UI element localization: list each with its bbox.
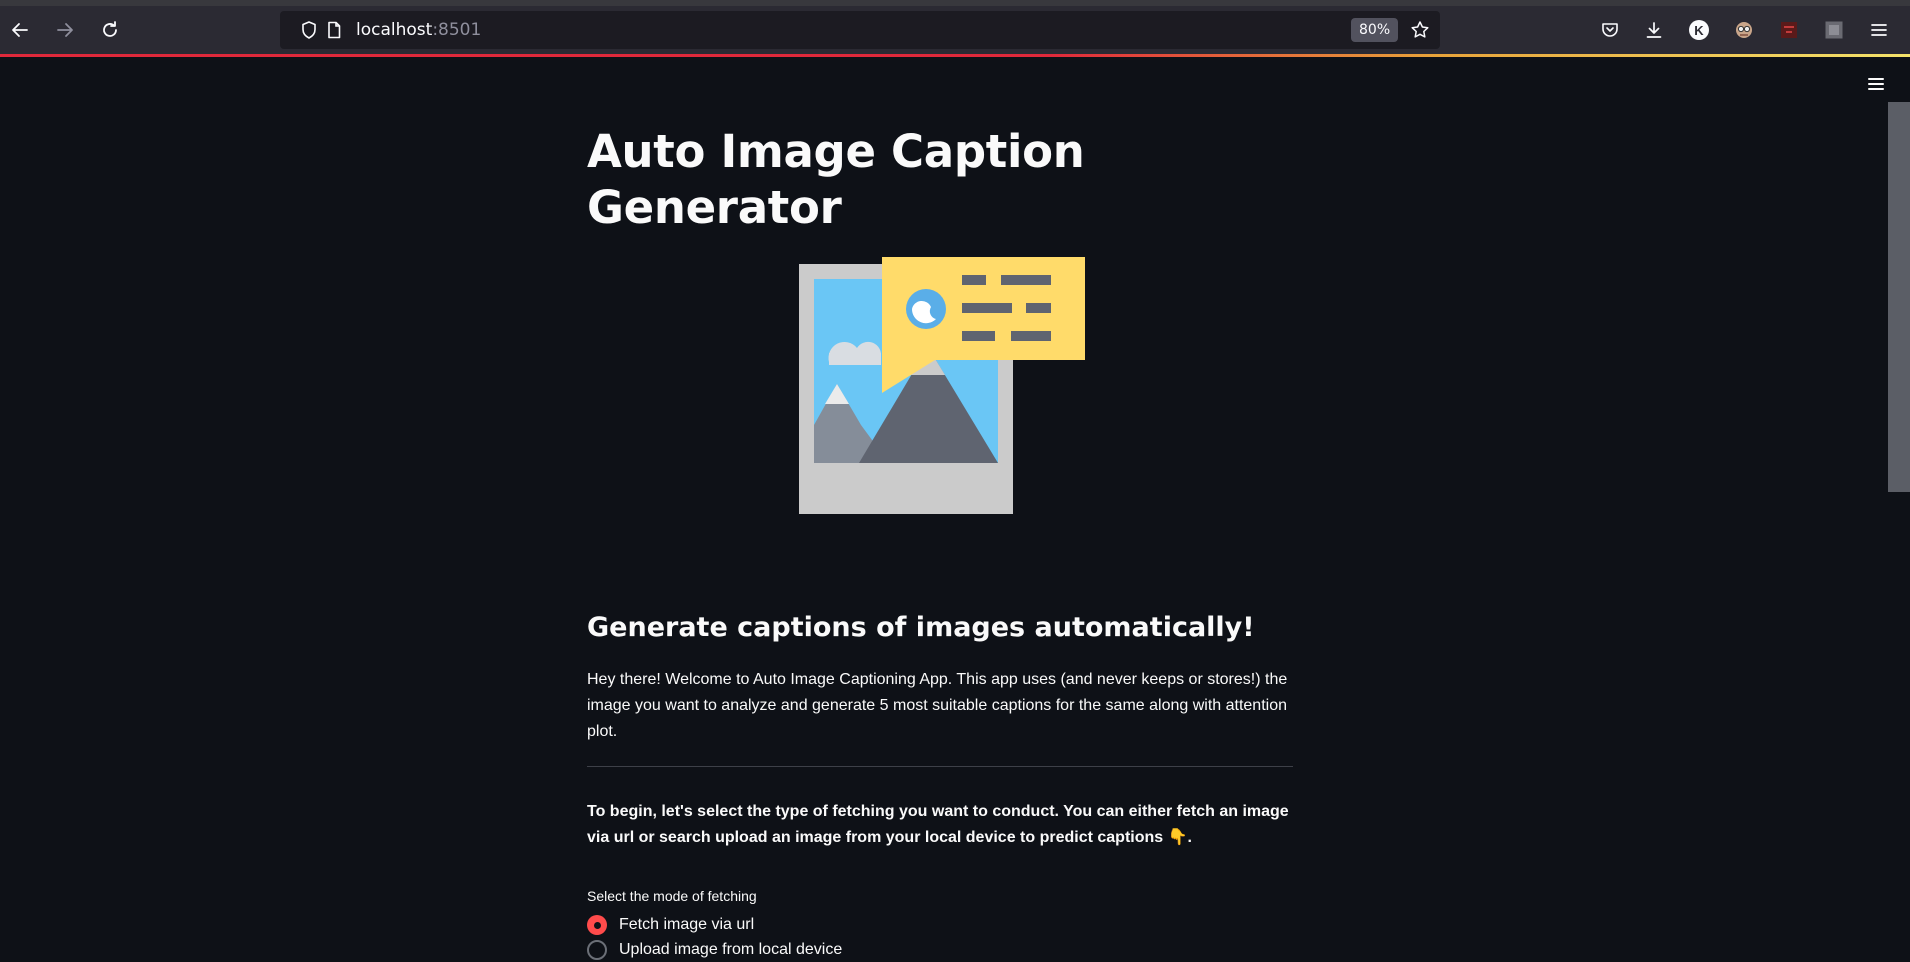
forward-arrow-icon (57, 23, 73, 37)
scrollbar-thumb[interactable] (1888, 102, 1910, 492)
extension-square-icon (1825, 21, 1843, 39)
account-button[interactable]: K (1681, 12, 1717, 48)
radio-option-upload-local[interactable]: Upload image from local device (587, 938, 842, 962)
downloads-button[interactable] (1636, 12, 1672, 48)
radio-selected-icon[interactable] (587, 915, 607, 935)
browser-toolbar: localhost:8501 80% K (0, 6, 1910, 54)
radio-option-fetch-url[interactable]: Fetch image via url (587, 913, 754, 937)
page-load-indicator (0, 54, 1910, 57)
radio-option-label: Fetch image via url (619, 916, 755, 933)
radio-unselected-icon[interactable] (587, 940, 607, 960)
forward-button[interactable] (47, 12, 83, 48)
instructions-text: To begin, let's select the type of fetch… (587, 803, 1289, 846)
pocket-button[interactable] (1592, 12, 1628, 48)
download-icon (1646, 22, 1662, 38)
caption-illustration (799, 257, 1085, 514)
intro-text: Hey there! Welcome to Auto Image Caption… (587, 671, 1288, 740)
account-avatar-icon: K (1689, 20, 1709, 40)
extension-glasses-icon (1736, 22, 1752, 38)
back-button[interactable] (2, 12, 38, 48)
extension-square-button[interactable] (1816, 12, 1852, 48)
extension-cors-icon (1781, 22, 1797, 38)
star-icon[interactable] (1410, 20, 1430, 40)
reload-button[interactable] (92, 12, 128, 48)
address-bar[interactable]: localhost:8501 80% (280, 11, 1440, 49)
browser-menu-icon (1871, 24, 1887, 36)
radio-option-label: Upload image from local device (619, 941, 843, 958)
url-host: localhost (356, 20, 433, 40)
shield-icon[interactable] (299, 20, 319, 40)
back-arrow-icon (12, 23, 28, 37)
section-heading: Generate captions of images automaticall… (587, 612, 1255, 643)
url-port: :8501 (432, 20, 482, 40)
url-text[interactable]: localhost:8501 (356, 20, 481, 40)
reload-icon (103, 21, 117, 37)
page-icon[interactable] (324, 20, 344, 40)
pocket-icon (1602, 23, 1618, 37)
section-divider (587, 766, 1293, 767)
zoom-level-button[interactable]: 80% (1351, 18, 1399, 42)
extension-cors-button[interactable] (1771, 12, 1807, 48)
fetch-mode-label: Select the mode of fetching (587, 888, 757, 904)
browser-menu-button[interactable] (1861, 12, 1897, 48)
page-menu-icon[interactable] (1864, 72, 1888, 96)
extension-glasses-button[interactable] (1726, 12, 1762, 48)
page-title: Auto Image Caption Generator (587, 125, 1085, 234)
